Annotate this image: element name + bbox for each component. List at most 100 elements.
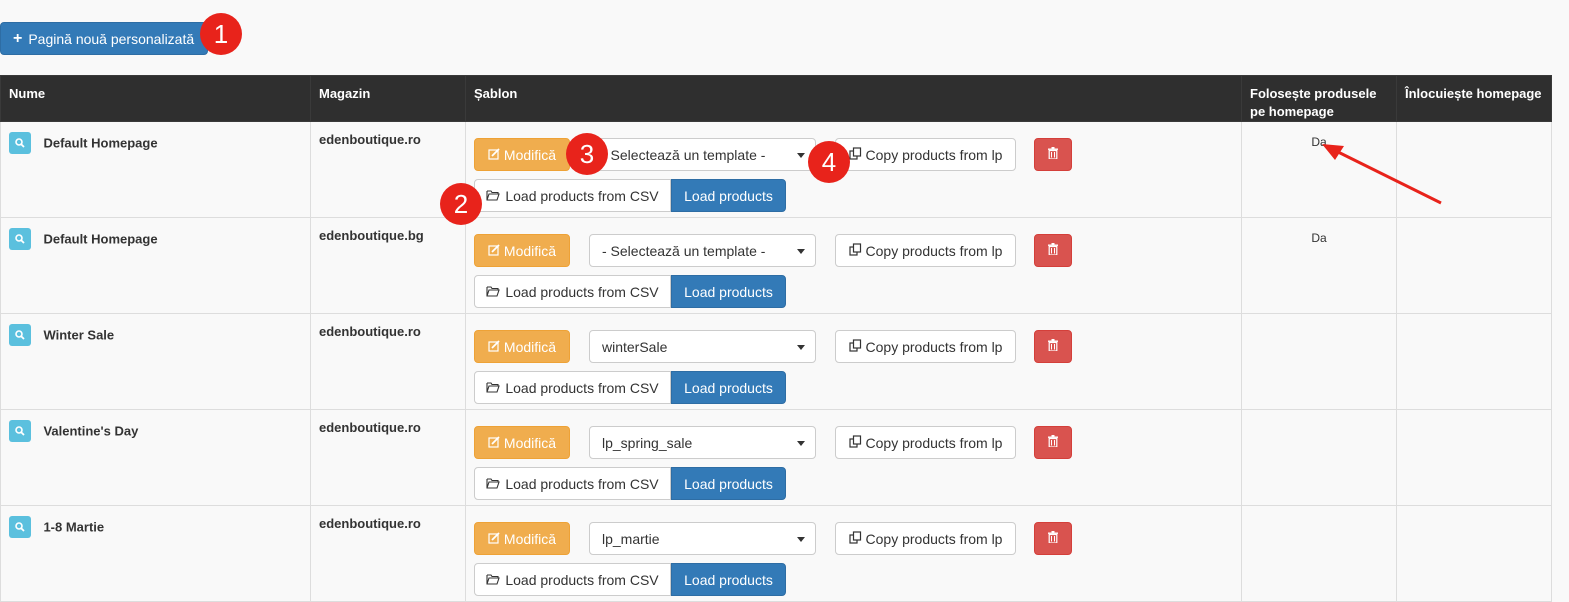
header-template[interactable]: Șablon xyxy=(465,75,1242,122)
delete-button[interactable] xyxy=(1034,522,1072,555)
copy-products-button[interactable]: Copy products from lp xyxy=(835,522,1016,555)
uses-products-cell xyxy=(1241,313,1397,410)
header-store[interactable]: Magazin xyxy=(310,75,466,122)
edit-icon xyxy=(488,339,500,355)
load-csv-label: Load products from CSV xyxy=(505,475,659,492)
modify-label: Modifică xyxy=(503,146,557,163)
search-icon[interactable] xyxy=(9,516,31,538)
plus-icon: + xyxy=(13,29,23,47)
template-select[interactable]: winterSale xyxy=(589,330,816,363)
trash-icon xyxy=(1048,531,1058,546)
delete-button[interactable] xyxy=(1034,138,1072,171)
new-custom-page-label: Pagină nouă personalizată xyxy=(28,30,195,47)
folder-open-icon xyxy=(486,284,501,300)
folder-open-icon xyxy=(486,476,501,492)
uses-products-cell xyxy=(1241,409,1397,506)
template-cell: Modifică winterSale Copy products from l… xyxy=(465,313,1242,410)
name-cell: Default Homepage xyxy=(0,121,311,218)
template-select[interactable]: - Selectează un template - xyxy=(589,234,816,267)
replaces-homepage-cell xyxy=(1396,409,1552,506)
load-csv-button[interactable]: Load products from CSV xyxy=(474,371,671,404)
load-products-button[interactable]: Load products xyxy=(671,563,786,596)
template-select[interactable]: lp_martie xyxy=(589,522,816,555)
page-name: 1-8 Martie xyxy=(43,519,105,535)
trash-icon xyxy=(1048,243,1058,258)
name-cell: Winter Sale xyxy=(0,313,311,410)
load-products-button[interactable]: Load products xyxy=(671,275,786,308)
header-uses-products[interactable]: Folosește produsele pe homepage xyxy=(1241,75,1397,122)
uses-products-value: Da xyxy=(1311,231,1327,245)
annotation-badge-2: 2 xyxy=(440,183,482,225)
copy-products-button[interactable]: Copy products from lp xyxy=(835,330,1016,363)
load-csv-button[interactable]: Load products from CSV xyxy=(474,467,671,500)
load-products-label: Load products xyxy=(684,187,773,204)
search-icon[interactable] xyxy=(9,132,31,154)
copy-products-button[interactable]: Copy products from lp xyxy=(835,426,1016,459)
chevron-down-icon xyxy=(797,537,805,542)
template-cell: Modifică lp_spring_sale Copy products fr… xyxy=(465,409,1242,506)
search-icon[interactable] xyxy=(9,420,31,442)
name-cell: 1-8 Martie xyxy=(0,505,311,602)
load-csv-button[interactable]: Load products from CSV xyxy=(474,179,671,212)
copy-products-label: Copy products from lp xyxy=(865,242,1003,259)
template-select[interactable]: - Selectează un template - xyxy=(589,138,816,171)
store-cell: edenboutique.bg xyxy=(310,217,466,314)
load-products-button[interactable]: Load products xyxy=(671,467,786,500)
header-replaces-homepage[interactable]: Înlocuiește homepage xyxy=(1396,75,1552,122)
copy-icon xyxy=(848,146,862,163)
row-controls: Modifică lp_martie Copy products from lp xyxy=(474,522,1094,596)
modify-label: Modifică xyxy=(503,338,557,355)
folder-open-icon xyxy=(486,572,501,588)
search-icon[interactable] xyxy=(9,324,31,346)
copy-products-button[interactable]: Copy products from lp xyxy=(835,138,1016,171)
edit-icon xyxy=(488,435,500,451)
modify-button[interactable]: Modifică xyxy=(474,138,570,171)
page-name: Default Homepage xyxy=(43,231,158,247)
copy-products-label: Copy products from lp xyxy=(865,146,1003,163)
copy-products-label: Copy products from lp xyxy=(865,434,1003,451)
header-name[interactable]: Nume xyxy=(0,75,311,122)
annotation-arrow xyxy=(1322,144,1442,205)
template-select-value: - Selectează un template - xyxy=(602,242,766,259)
uses-products-cell xyxy=(1241,505,1397,602)
load-products-button[interactable]: Load products xyxy=(671,179,786,212)
row-controls: Modifică - Selectează un template - Copy… xyxy=(474,234,1094,308)
template-cell: Modifică lp_martie Copy products from lp xyxy=(465,505,1242,602)
store-name: edenboutique.bg xyxy=(319,228,424,243)
annotation-badge-3: 3 xyxy=(566,133,608,175)
modify-button[interactable]: Modifică xyxy=(474,426,570,459)
load-products-label: Load products xyxy=(684,475,773,492)
template-select[interactable]: lp_spring_sale xyxy=(589,426,816,459)
edit-icon xyxy=(488,531,500,547)
annotation-badge-4: 4 xyxy=(808,141,850,183)
delete-button[interactable] xyxy=(1034,234,1072,267)
copy-icon xyxy=(848,530,862,547)
modify-label: Modifică xyxy=(503,530,557,547)
load-csv-label: Load products from CSV xyxy=(505,571,659,588)
chevron-down-icon xyxy=(797,249,805,254)
delete-button[interactable] xyxy=(1034,426,1072,459)
delete-button[interactable] xyxy=(1034,330,1072,363)
table-header-row: Nume Magazin Șablon Folosește produsele … xyxy=(0,75,1552,122)
new-custom-page-button[interactable]: + Pagină nouă personalizată xyxy=(0,22,208,55)
copy-icon xyxy=(848,434,862,451)
row-controls: Modifică lp_spring_sale Copy products fr… xyxy=(474,426,1094,500)
load-products-label: Load products xyxy=(684,379,773,396)
replaces-homepage-cell xyxy=(1396,217,1552,314)
copy-icon xyxy=(848,338,862,355)
copy-products-button[interactable]: Copy products from lp xyxy=(835,234,1016,267)
store-cell: edenboutique.ro xyxy=(310,505,466,602)
load-csv-button[interactable]: Load products from CSV xyxy=(474,275,671,308)
name-cell: Valentine's Day xyxy=(0,409,311,506)
modify-button[interactable]: Modifică xyxy=(474,330,570,363)
template-select-value: lp_martie xyxy=(602,530,660,547)
load-products-button[interactable]: Load products xyxy=(671,371,786,404)
load-products-label: Load products xyxy=(684,571,773,588)
load-csv-button[interactable]: Load products from CSV xyxy=(474,563,671,596)
chevron-down-icon xyxy=(797,153,805,158)
modify-button[interactable]: Modifică xyxy=(474,522,570,555)
replaces-homepage-cell xyxy=(1396,313,1552,410)
modify-button[interactable]: Modifică xyxy=(474,234,570,267)
search-icon[interactable] xyxy=(9,228,31,250)
store-cell: edenboutique.ro xyxy=(310,409,466,506)
